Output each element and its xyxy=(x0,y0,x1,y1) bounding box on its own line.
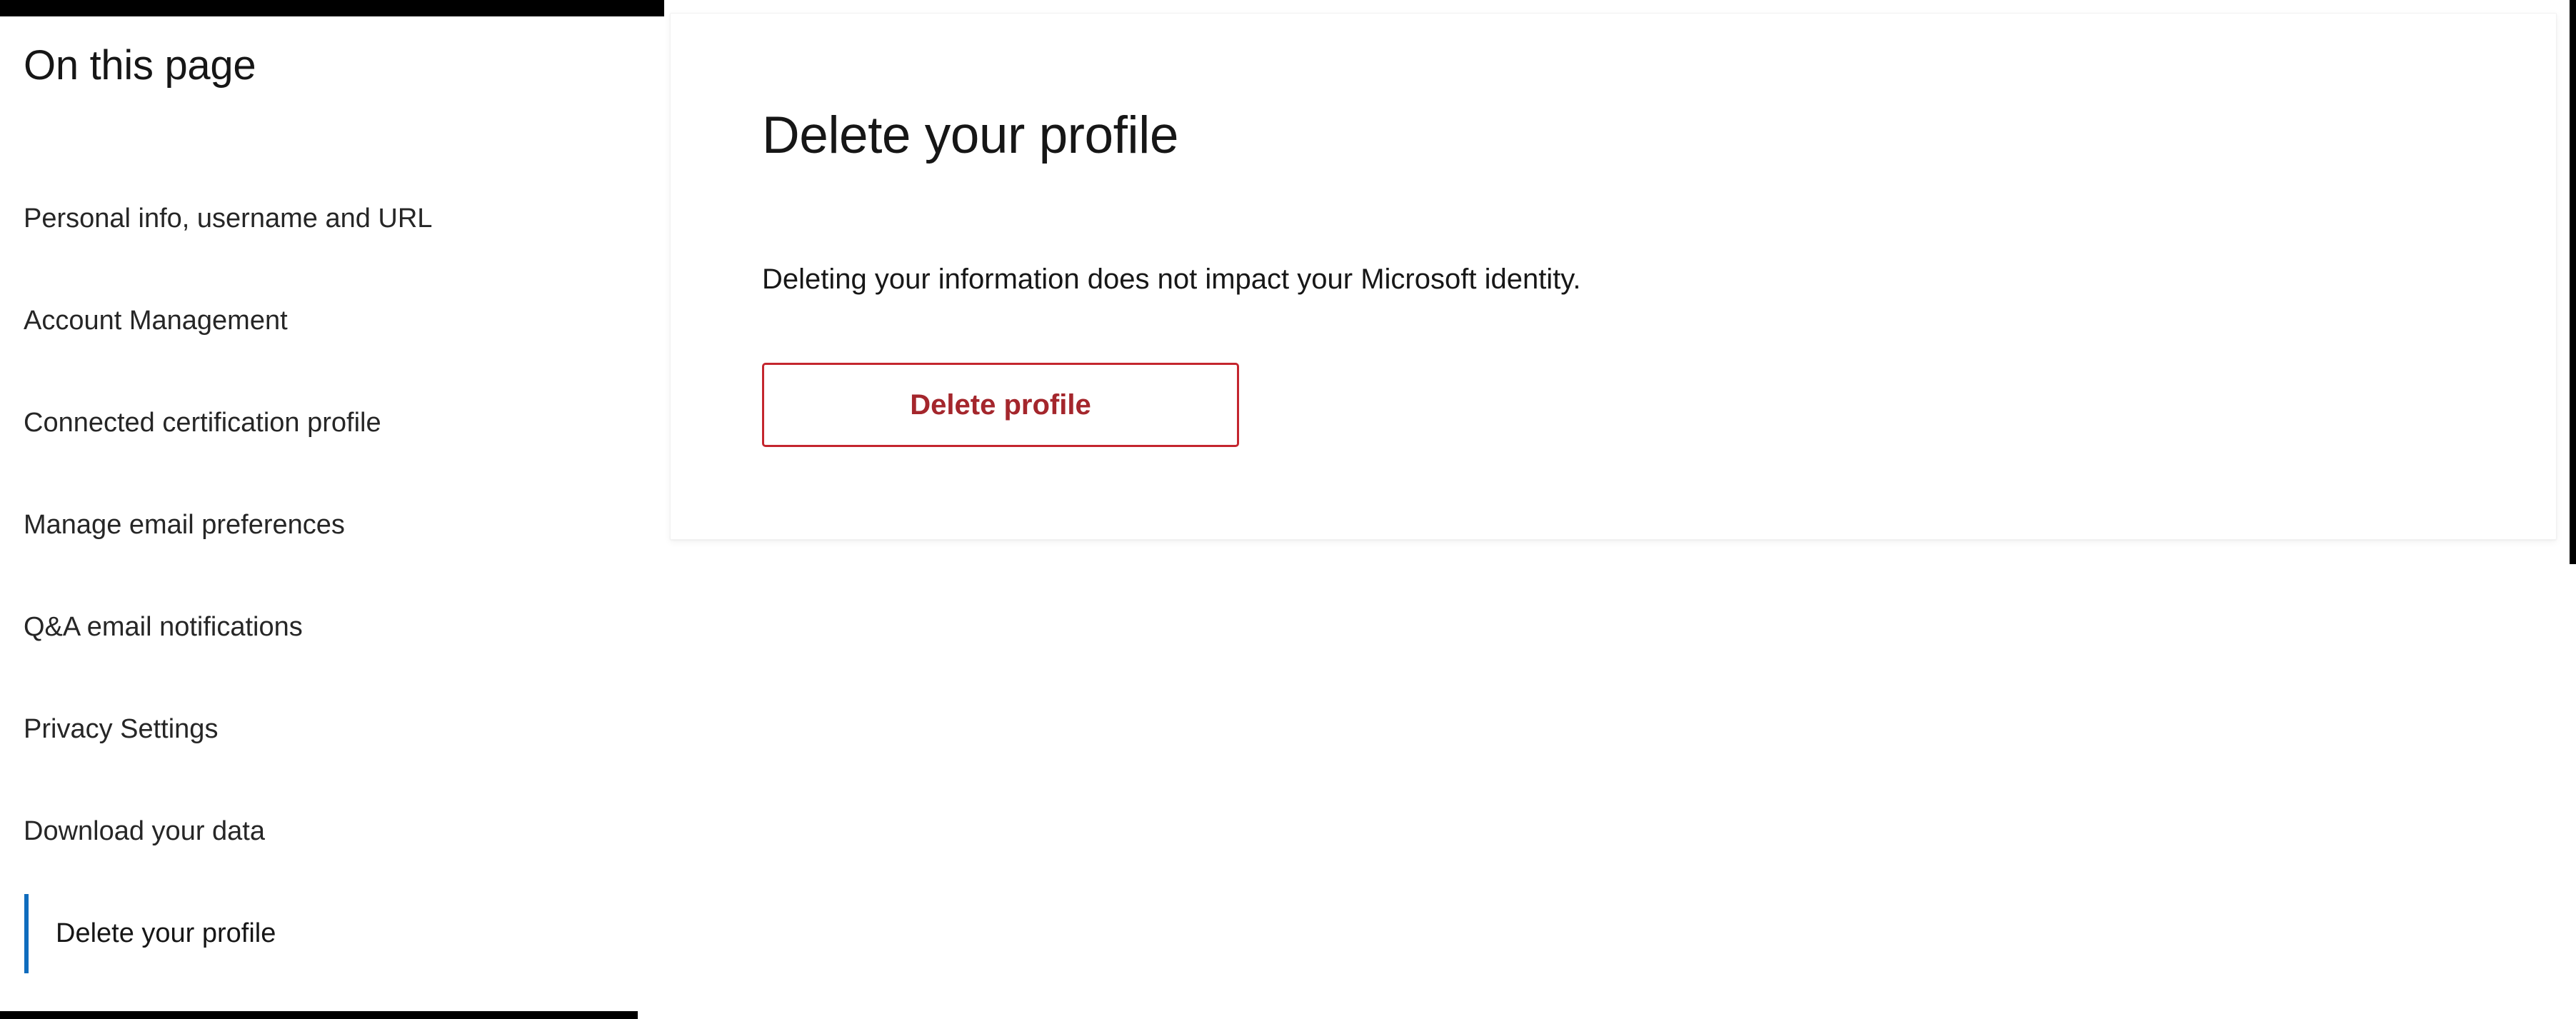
screen-root: On this page Personal info, username and… xyxy=(0,0,2576,1019)
sidebar-item-account-management[interactable]: Account Management xyxy=(0,270,670,372)
content-card-inner: Delete your profile Deleting your inform… xyxy=(762,14,2556,539)
sidebar-item-label[interactable]: Privacy Settings xyxy=(0,711,218,748)
sidebar-item-download-your-data[interactable]: Download your data xyxy=(0,780,670,883)
sidebar-item-label[interactable]: Download your data xyxy=(0,813,265,850)
delete-profile-description: Deleting your information does not impac… xyxy=(762,263,1581,295)
sidebar-item-connected-certification-profile[interactable]: Connected certification profile xyxy=(0,372,670,474)
sidebar-item-privacy-settings[interactable]: Privacy Settings xyxy=(0,678,670,780)
sidebar-item-delete-your-profile[interactable]: Delete your profile xyxy=(0,883,670,985)
chrome-strip-top xyxy=(0,0,664,16)
sidebar-item-label[interactable]: Q&A email notifications xyxy=(0,609,303,646)
chrome-strip-bottom xyxy=(0,1011,638,1019)
sidebar-item-label[interactable]: Connected certification profile xyxy=(0,405,381,441)
sidebar-item-personal-info-username-and-url[interactable]: Personal info, username and URL xyxy=(0,168,670,270)
content-card: Delete your profile Deleting your inform… xyxy=(670,13,2557,540)
sidebar-item-label[interactable]: Account Management xyxy=(0,303,288,339)
sidebar-item-label[interactable]: Personal info, username and URL xyxy=(0,201,432,237)
sidebar-item-manage-email-preferences[interactable]: Manage email preferences xyxy=(0,474,670,576)
sidebar-item-label[interactable]: Delete your profile xyxy=(0,915,276,952)
delete-profile-button[interactable]: Delete profile xyxy=(762,363,1239,447)
page-title: Delete your profile xyxy=(762,106,1178,164)
on-this-page-title: On this page xyxy=(24,42,256,89)
active-item-indicator xyxy=(24,894,29,973)
sidebar-item-qanda-email-notifications[interactable]: Q&A email notifications xyxy=(0,576,670,678)
on-this-page-list: Personal info, username and URL Account M… xyxy=(0,168,670,985)
on-this-page-nav: On this page Personal info, username and… xyxy=(0,16,670,1011)
chrome-strip-right xyxy=(2570,0,2576,564)
sidebar-item-label[interactable]: Manage email preferences xyxy=(0,507,345,543)
